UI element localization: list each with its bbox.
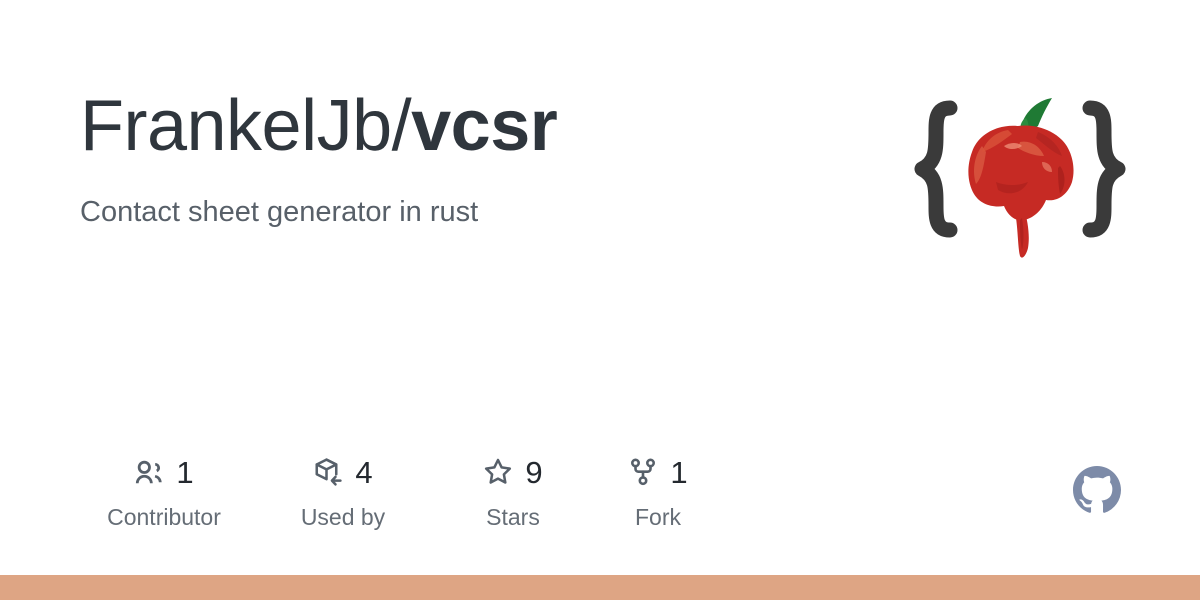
stat-forks[interactable]: 1 Fork bbox=[588, 452, 728, 529]
package-used-by-icon bbox=[313, 457, 343, 487]
avatar bbox=[912, 90, 1128, 265]
star-icon bbox=[483, 457, 513, 487]
page-title: FrankelJb/vcsr bbox=[80, 86, 880, 166]
stat-stars[interactable]: 9 Stars bbox=[438, 452, 588, 529]
stat-forks-value: 1 bbox=[670, 454, 688, 490]
stat-used-by[interactable]: 4 Used by bbox=[248, 452, 438, 529]
repository-social-preview-card: FrankelJb/vcsr Contact sheet generator i… bbox=[0, 0, 1200, 600]
repository-owner: FrankelJb bbox=[80, 86, 392, 166]
stat-contributors-label: Contributor bbox=[107, 504, 221, 530]
language-accent-bar bbox=[0, 575, 1200, 600]
stat-forks-label: Fork bbox=[635, 504, 681, 530]
stat-stars-label: Stars bbox=[486, 504, 540, 530]
title-separator: / bbox=[391, 86, 412, 166]
stat-used-by-value: 4 bbox=[355, 454, 373, 490]
repository-stats: 1 Contributor 4 Used by 9 Stars 1 Fork bbox=[80, 452, 728, 529]
brace-close-icon bbox=[1082, 100, 1126, 238]
stat-used-by-top: 4 bbox=[313, 452, 373, 492]
brace-open-icon bbox=[914, 100, 958, 238]
stat-contributors[interactable]: 1 Contributor bbox=[80, 452, 248, 529]
repository-header: FrankelJb/vcsr Contact sheet generator i… bbox=[80, 86, 880, 230]
chili-pepper-icon bbox=[968, 98, 1074, 258]
stat-forks-top: 1 bbox=[628, 452, 688, 492]
stat-stars-value: 9 bbox=[525, 454, 543, 490]
repository-name: vcsr bbox=[411, 86, 558, 166]
stat-stars-top: 9 bbox=[483, 452, 543, 492]
stat-contributors-top: 1 bbox=[134, 452, 194, 492]
stat-used-by-label: Used by bbox=[300, 504, 386, 530]
people-icon bbox=[134, 457, 164, 487]
stat-contributors-value: 1 bbox=[176, 454, 194, 490]
repo-forked-icon bbox=[628, 457, 658, 487]
github-mark-icon bbox=[1073, 466, 1121, 514]
repository-description: Contact sheet generator in rust bbox=[80, 195, 479, 228]
